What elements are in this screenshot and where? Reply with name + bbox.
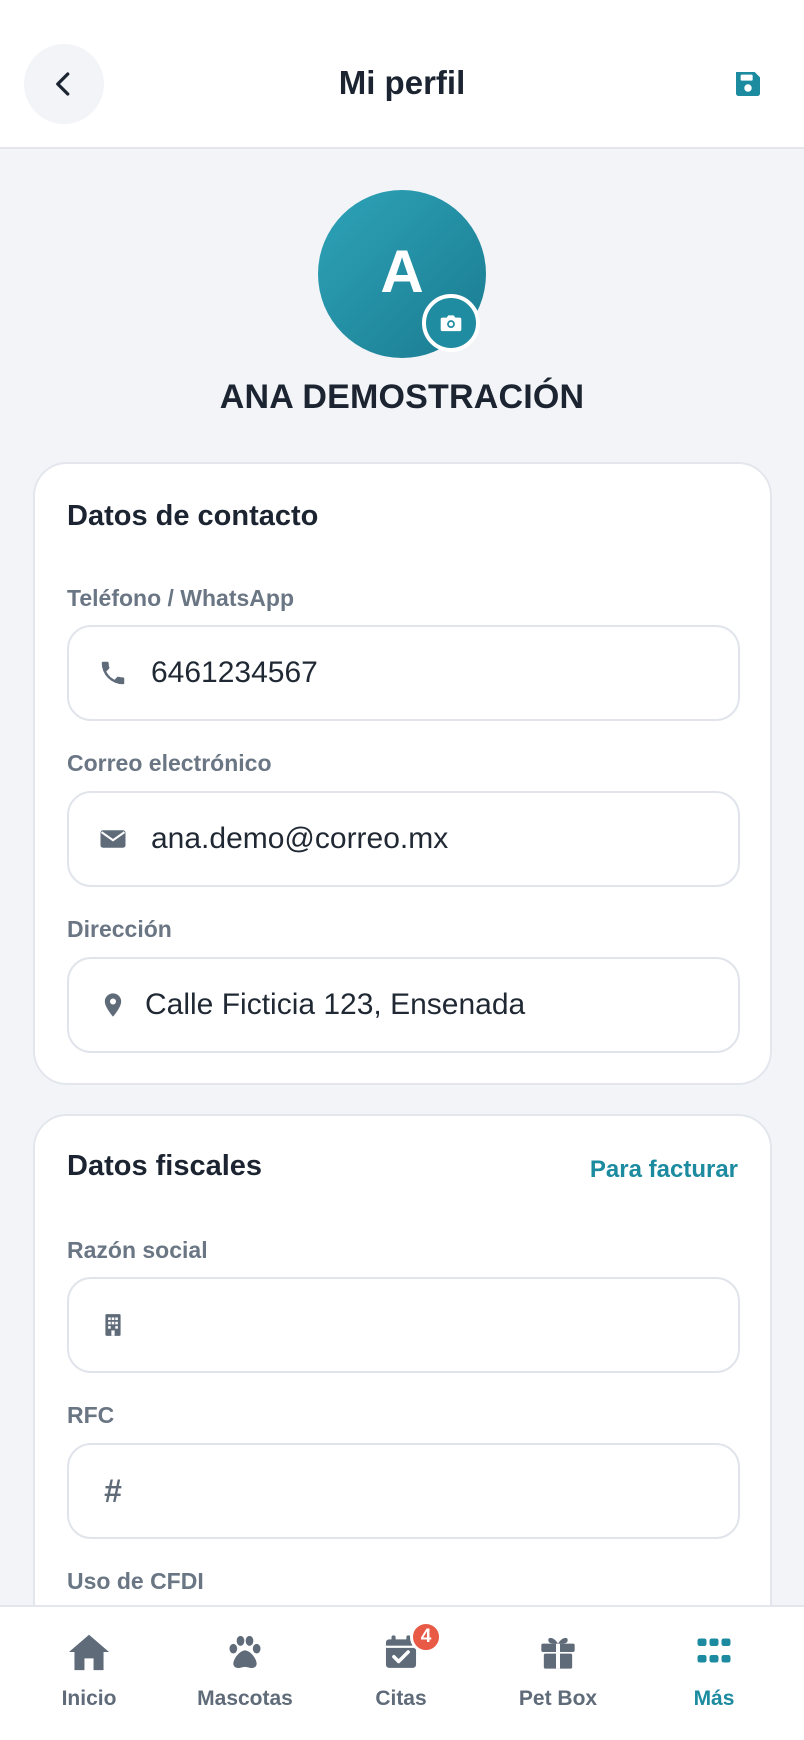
invoice-link[interactable]: Para facturar [590, 1156, 738, 1184]
profile-name: ANA DEMOSTRACIÓN [219, 378, 585, 416]
phone-label: Teléfono / WhatsApp [67, 585, 295, 611]
page-title: Mi perfil [338, 64, 466, 101]
email-label: Correo electrónico [67, 750, 272, 776]
nav-label-mas: Más [693, 1687, 735, 1710]
nav-item-mascotas[interactable]: Mascotas [175, 1607, 315, 1740]
grid-icon [691, 1631, 737, 1673]
profile-screen: Mi perfil A ANA DEMOSTRACIÓN Datos de co… [0, 0, 804, 1740]
nav-item-mas[interactable]: Más [644, 1607, 784, 1740]
home-icon [66, 1631, 112, 1673]
building-icon [95, 1307, 131, 1343]
nav-label-pet-box: Pet Box [518, 1687, 598, 1710]
nav-item-inicio[interactable]: Inicio [19, 1607, 159, 1740]
avatar[interactable]: A [318, 190, 486, 358]
bottom-nav: Inicio Mascotas 4 Citas Pet Box Más [0, 1605, 804, 1740]
rfc-label: RFC [67, 1402, 115, 1428]
paw-icon [222, 1631, 268, 1673]
nav-item-citas[interactable]: 4 Citas [331, 1607, 471, 1740]
calendar-check-icon: 4 [378, 1621, 442, 1673]
phone-input[interactable] [151, 656, 711, 690]
rfc-field[interactable]: # [67, 1443, 740, 1539]
address-input[interactable] [145, 988, 705, 1022]
nav-label-mascotas: Mascotas [197, 1687, 293, 1710]
contact-card-title: Datos de contacto [67, 500, 319, 532]
change-photo-button[interactable] [422, 294, 480, 352]
nav-item-pet-box[interactable]: Pet Box [488, 1607, 628, 1740]
save-button[interactable] [730, 66, 766, 102]
uso-cfdi-label: Uso de CFDI [67, 1568, 204, 1594]
nav-label-citas: Citas [375, 1687, 427, 1710]
phone-field[interactable] [67, 625, 740, 721]
fiscal-card-title: Datos fiscales [67, 1150, 263, 1182]
envelope-icon [95, 821, 131, 857]
nav-label-inicio: Inicio [61, 1687, 117, 1710]
phone-icon [95, 655, 131, 691]
address-label: Dirección [67, 916, 172, 942]
razon-social-field[interactable] [67, 1277, 740, 1373]
address-field[interactable] [67, 957, 740, 1053]
appointments-badge: 4 [410, 1621, 442, 1653]
camera-icon [440, 315, 462, 332]
email-field[interactable] [67, 791, 740, 887]
save-icon [736, 72, 760, 96]
location-pin-icon [95, 987, 131, 1023]
email-input[interactable] [151, 822, 711, 856]
top-bar: Mi perfil [0, 0, 804, 149]
avatar-initial: A [380, 237, 424, 305]
razon-social-input[interactable] [151, 1308, 711, 1342]
razon-social-label: Razón social [67, 1237, 208, 1263]
gift-icon [535, 1631, 581, 1673]
hash-icon: # [104, 1472, 122, 1509]
rfc-input[interactable] [151, 1474, 711, 1508]
contact-card: Datos de contacto Teléfono / WhatsApp Co… [33, 462, 772, 1085]
